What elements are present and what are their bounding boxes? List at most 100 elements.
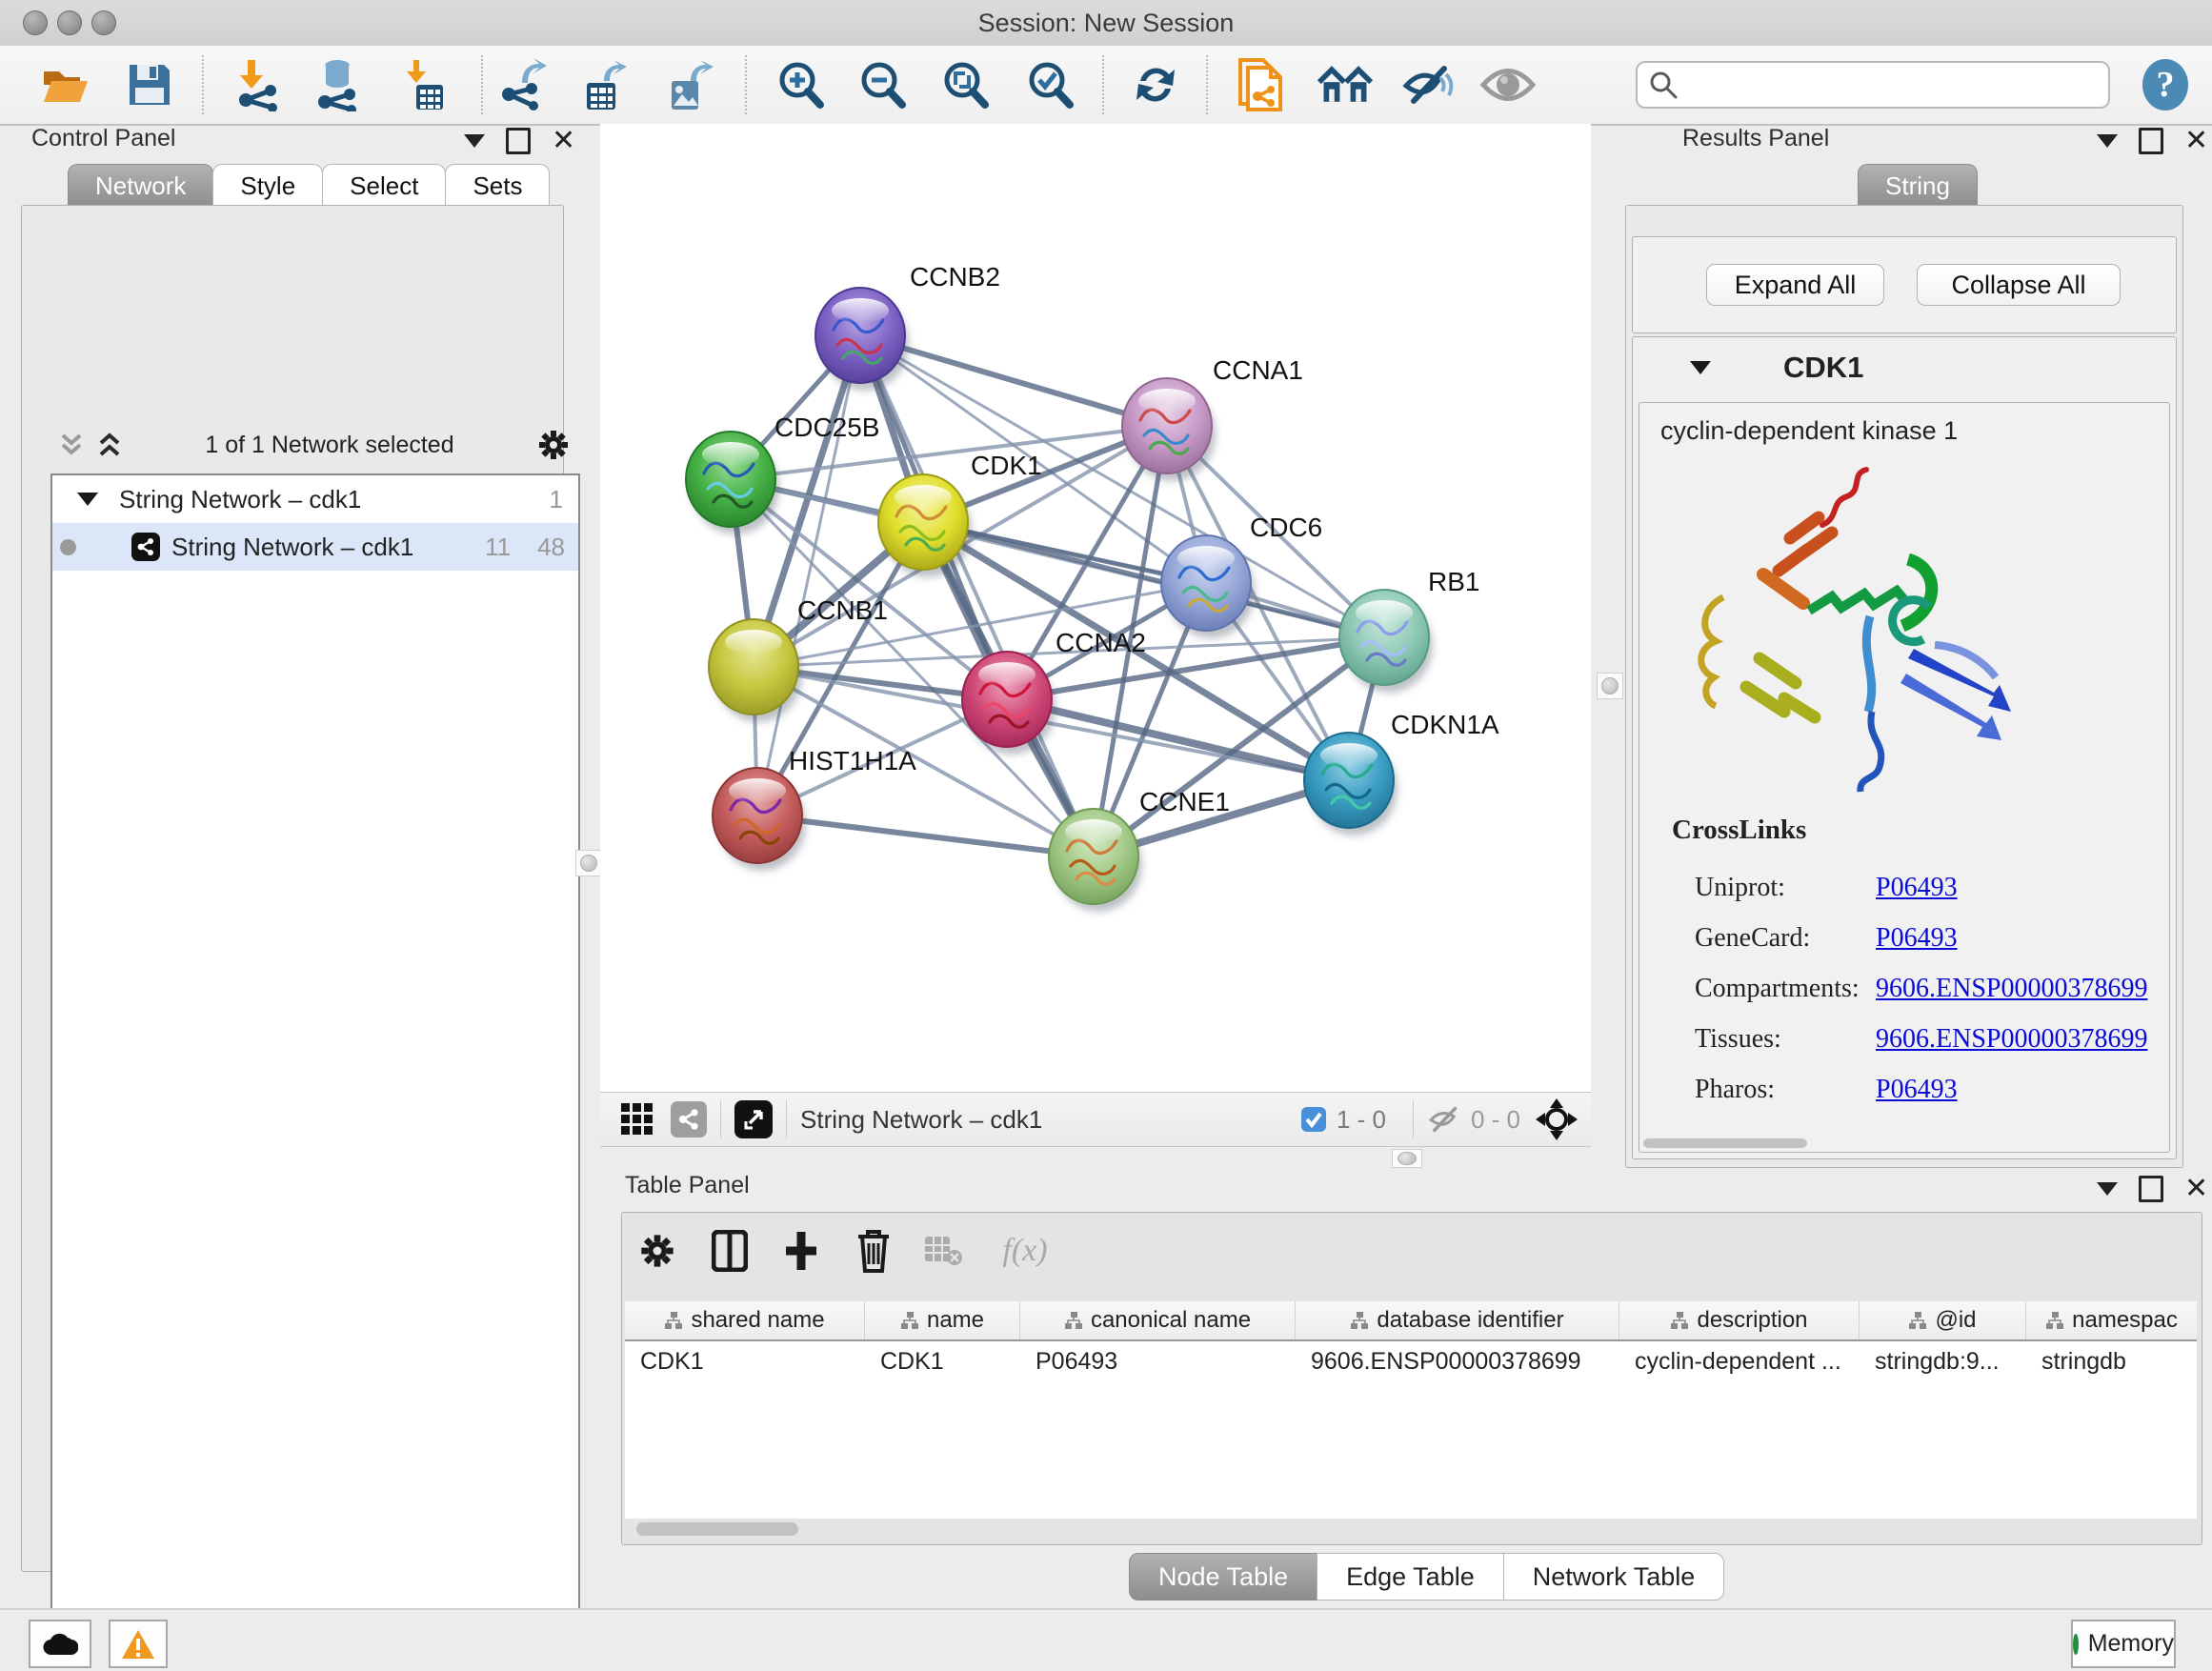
crosslink-value-link[interactable]: P06493 xyxy=(1876,923,1958,953)
application-window: Session: New Session xyxy=(0,0,2212,1671)
hidden-elements-eye-icon[interactable] xyxy=(1427,1105,1461,1134)
node-label-CCNE1: CCNE1 xyxy=(1139,787,1230,816)
tab-select[interactable]: Select xyxy=(322,164,446,207)
show-graphics-details-button[interactable] xyxy=(1480,57,1536,112)
network-edge-HIST1H1A-CCNE1[interactable] xyxy=(757,815,1094,856)
results-panel-tabs: String xyxy=(1858,164,1977,207)
import-table-icon xyxy=(397,58,449,111)
protein-section-header[interactable]: CDK1 xyxy=(1633,337,2176,398)
network-node-RB1[interactable]: RB1 xyxy=(1339,567,1479,693)
open-in-new-window-button[interactable] xyxy=(734,1100,773,1138)
show-columns-button[interactable] xyxy=(706,1227,754,1275)
zoom-out-button[interactable] xyxy=(855,57,910,112)
crosslink-value-link[interactable]: P06493 xyxy=(1876,1075,1958,1104)
search-input[interactable] xyxy=(1687,70,2108,99)
tab-string[interactable]: String xyxy=(1858,164,1978,207)
network-node-CDC6[interactable]: CDC6 xyxy=(1161,513,1322,638)
expand-all-chevron-icon[interactable] xyxy=(96,432,123,458)
collection-expander-icon[interactable] xyxy=(77,493,98,506)
tab-style[interactable]: Style xyxy=(212,164,323,207)
import-table-file-button[interactable] xyxy=(395,57,451,112)
zoom-selected-button[interactable] xyxy=(1022,57,1077,112)
node-label-CCNB2: CCNB2 xyxy=(910,262,1000,292)
open-session-button[interactable] xyxy=(37,57,92,112)
column-header[interactable]: shared name xyxy=(625,1301,865,1339)
column-header[interactable]: namespac xyxy=(2026,1301,2197,1339)
tab-edge-table[interactable]: Edge Table xyxy=(1317,1553,1504,1601)
delete-column-button[interactable] xyxy=(850,1227,897,1275)
search-field[interactable] xyxy=(1636,61,2110,109)
zoom-fit-button[interactable] xyxy=(937,57,993,112)
refresh-button[interactable] xyxy=(1128,57,1183,112)
create-column-button[interactable] xyxy=(777,1227,825,1275)
crosslink-value-link[interactable]: 9606.ENSP00000378699 xyxy=(1876,974,2147,1003)
save-session-button[interactable] xyxy=(122,57,177,112)
column-header[interactable]: @id xyxy=(1860,1301,2026,1339)
database-network-icon xyxy=(312,58,363,111)
close-panel-icon[interactable]: ✕ xyxy=(2184,131,2208,151)
network-node-HIST1H1A[interactable]: HIST1H1A xyxy=(713,746,916,871)
crosslink-value-link[interactable]: P06493 xyxy=(1876,873,1958,902)
horizontal-scrollbar-thumb[interactable] xyxy=(1643,1138,1807,1148)
hide-graphics-details-button[interactable] xyxy=(1400,57,1456,112)
collapse-all-chevron-icon[interactable] xyxy=(58,432,85,458)
close-panel-icon[interactable]: ✕ xyxy=(552,131,575,151)
network-node-CDKN1A[interactable]: CDKN1A xyxy=(1304,710,1499,836)
table-settings-button[interactable] xyxy=(633,1227,681,1275)
network-node-CCNA1[interactable]: CCNA1 xyxy=(1122,355,1303,481)
network-options-gear-icon[interactable] xyxy=(536,428,571,462)
network-edge-CCNB2-CCNE1[interactable] xyxy=(860,335,1094,856)
tab-sets[interactable]: Sets xyxy=(445,164,550,207)
table-horizontal-scrollbar-thumb[interactable] xyxy=(636,1522,798,1536)
cloud-status-button[interactable] xyxy=(29,1620,91,1668)
network-node-CCNE1[interactable]: CCNE1 xyxy=(1049,787,1230,912)
network-collection-row[interactable]: String Network – cdk1 1 xyxy=(52,475,578,523)
node-table: shared name name canonical name database… xyxy=(625,1301,2197,1519)
import-network-database-button[interactable] xyxy=(310,57,365,112)
grid-view-icon[interactable] xyxy=(621,1103,654,1136)
network-edge-CCNB2-HIST1H1A[interactable] xyxy=(757,335,860,815)
close-panel-icon[interactable]: ✕ xyxy=(2184,1178,2208,1199)
float-panel-icon[interactable] xyxy=(2139,1176,2163,1202)
export-image-button[interactable] xyxy=(662,57,717,112)
minimize-panel-icon[interactable] xyxy=(464,134,485,148)
network-node-count: 11 xyxy=(485,533,511,562)
network-canvas[interactable]: CCNB2CCNA1CDC25BCDK1CDC6RB1CCNB1CCNA2CDK… xyxy=(600,124,1591,1092)
tab-network[interactable]: Network xyxy=(68,164,213,207)
column-header[interactable]: canonical name xyxy=(1020,1301,1296,1339)
network-row-selected[interactable]: String Network – cdk1 11 48 xyxy=(52,523,578,571)
crosslink-value-link[interactable]: 9606.ENSP00000378699 xyxy=(1876,1024,2147,1054)
string-network-graph[interactable]: CCNB2CCNA1CDC25BCDK1CDC6RB1CCNB1CCNA2CDK… xyxy=(600,124,1591,1092)
selected-checkbox-icon[interactable] xyxy=(1300,1106,1327,1133)
collapse-all-button[interactable]: Collapse All xyxy=(1917,264,2121,306)
window-title: Session: New Session xyxy=(0,0,2212,46)
table-row[interactable]: CDK1 CDK1 P06493 9606.ENSP00000378699 cy… xyxy=(625,1341,2197,1381)
expand-all-button[interactable]: Expand All xyxy=(1706,264,1884,306)
float-panel-icon[interactable] xyxy=(2139,128,2163,154)
warnings-button[interactable] xyxy=(109,1620,168,1668)
column-header[interactable]: database identifier xyxy=(1296,1301,1619,1339)
network-share-view-icon[interactable] xyxy=(671,1101,707,1137)
tab-node-table[interactable]: Node Table xyxy=(1129,1553,1317,1601)
network-view-dot-icon xyxy=(60,539,76,555)
column-header[interactable]: description xyxy=(1619,1301,1860,1339)
left-splitter-handle[interactable] xyxy=(575,850,602,876)
import-network-file-button[interactable] xyxy=(231,57,286,112)
home-button[interactable] xyxy=(1317,57,1373,112)
memory-button[interactable]: Memory xyxy=(2071,1620,2176,1668)
column-header[interactable]: name xyxy=(865,1301,1020,1339)
minimize-panel-icon[interactable] xyxy=(2097,134,2118,148)
right-splitter-handle[interactable] xyxy=(1597,673,1623,699)
minimize-panel-icon[interactable] xyxy=(2097,1182,2118,1196)
network-node-CCNB1[interactable]: CCNB1 xyxy=(709,595,888,722)
section-expander-icon[interactable] xyxy=(1690,361,1711,374)
export-network-button[interactable] xyxy=(495,57,551,112)
float-panel-icon[interactable] xyxy=(506,128,531,154)
bottom-splitter-handle[interactable] xyxy=(1392,1149,1422,1168)
birds-eye-view-icon[interactable] xyxy=(1536,1098,1578,1140)
zoom-in-button[interactable] xyxy=(773,57,828,112)
export-table-button[interactable] xyxy=(577,57,633,112)
tab-network-table[interactable]: Network Table xyxy=(1503,1553,1725,1601)
string-import-button[interactable] xyxy=(1234,57,1289,112)
help-button[interactable]: ? xyxy=(2138,57,2193,112)
